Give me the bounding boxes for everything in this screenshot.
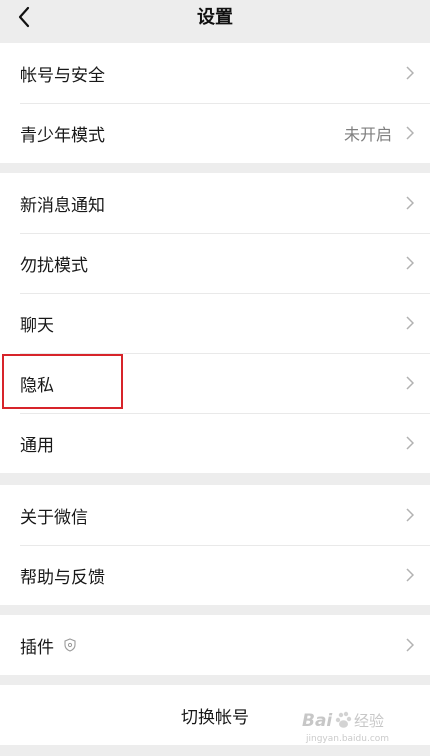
settings-group-general: 新消息通知 勿扰模式 聊天 隐私 通用 xyxy=(0,173,430,473)
settings-item-account-security[interactable]: 帐号与安全 xyxy=(0,43,430,103)
settings-item-label: 关于微信 xyxy=(20,507,88,528)
chevron-right-icon xyxy=(404,315,416,331)
settings-item-label: 青少年模式 xyxy=(20,125,105,146)
settings-item-help-feedback[interactable]: 帮助与反馈 xyxy=(0,545,430,605)
settings-item-label: 帐号与安全 xyxy=(20,65,105,86)
settings-item-chat[interactable]: 聊天 xyxy=(0,293,430,353)
svg-text:经验: 经验 xyxy=(354,712,384,730)
svg-text:Bai: Bai xyxy=(302,711,333,731)
settings-item-label: 聊天 xyxy=(20,315,54,336)
chevron-right-icon xyxy=(404,375,416,391)
baidu-jingyan-watermark: Bai 经验 jingyan.baidu.com xyxy=(302,706,412,746)
settings-item-plugins[interactable]: 插件 xyxy=(0,615,430,675)
settings-item-general[interactable]: 通用 xyxy=(0,413,430,473)
chevron-right-icon xyxy=(404,637,416,653)
settings-item-teen-mode[interactable]: 青少年模式 未开启 xyxy=(0,103,430,163)
teen-mode-status: 未开启 xyxy=(343,125,392,144)
chevron-right-icon xyxy=(404,125,416,141)
shield-icon xyxy=(64,638,76,652)
chevron-right-icon xyxy=(404,507,416,523)
navigation-bar: 设置 xyxy=(0,0,430,36)
settings-group-plugins: 插件 xyxy=(0,615,430,675)
page-title: 设置 xyxy=(197,7,233,28)
settings-group-account: 帐号与安全 青少年模式 未开启 xyxy=(0,43,430,163)
chevron-right-icon xyxy=(404,255,416,271)
settings-item-label: 插件 xyxy=(20,637,54,658)
chevron-right-icon xyxy=(404,435,416,451)
chevron-right-icon xyxy=(404,65,416,81)
svg-text:jingyan.baidu.com: jingyan.baidu.com xyxy=(305,734,389,744)
settings-item-label: 勿扰模式 xyxy=(20,255,88,276)
switch-account-label: 切换帐号 xyxy=(181,707,249,728)
settings-group-about: 关于微信 帮助与反馈 xyxy=(0,485,430,605)
settings-item-do-not-disturb[interactable]: 勿扰模式 xyxy=(0,233,430,293)
settings-item-label: 隐私 xyxy=(20,375,54,396)
settings-item-label: 帮助与反馈 xyxy=(20,567,105,588)
settings-item-label: 通用 xyxy=(20,435,54,456)
chevron-right-icon xyxy=(404,195,416,211)
chevron-right-icon xyxy=(404,567,416,583)
settings-item-privacy[interactable]: 隐私 xyxy=(0,353,430,413)
settings-item-about-wechat[interactable]: 关于微信 xyxy=(0,485,430,545)
settings-item-new-message-notification[interactable]: 新消息通知 xyxy=(0,173,430,233)
settings-item-label: 新消息通知 xyxy=(20,195,105,216)
